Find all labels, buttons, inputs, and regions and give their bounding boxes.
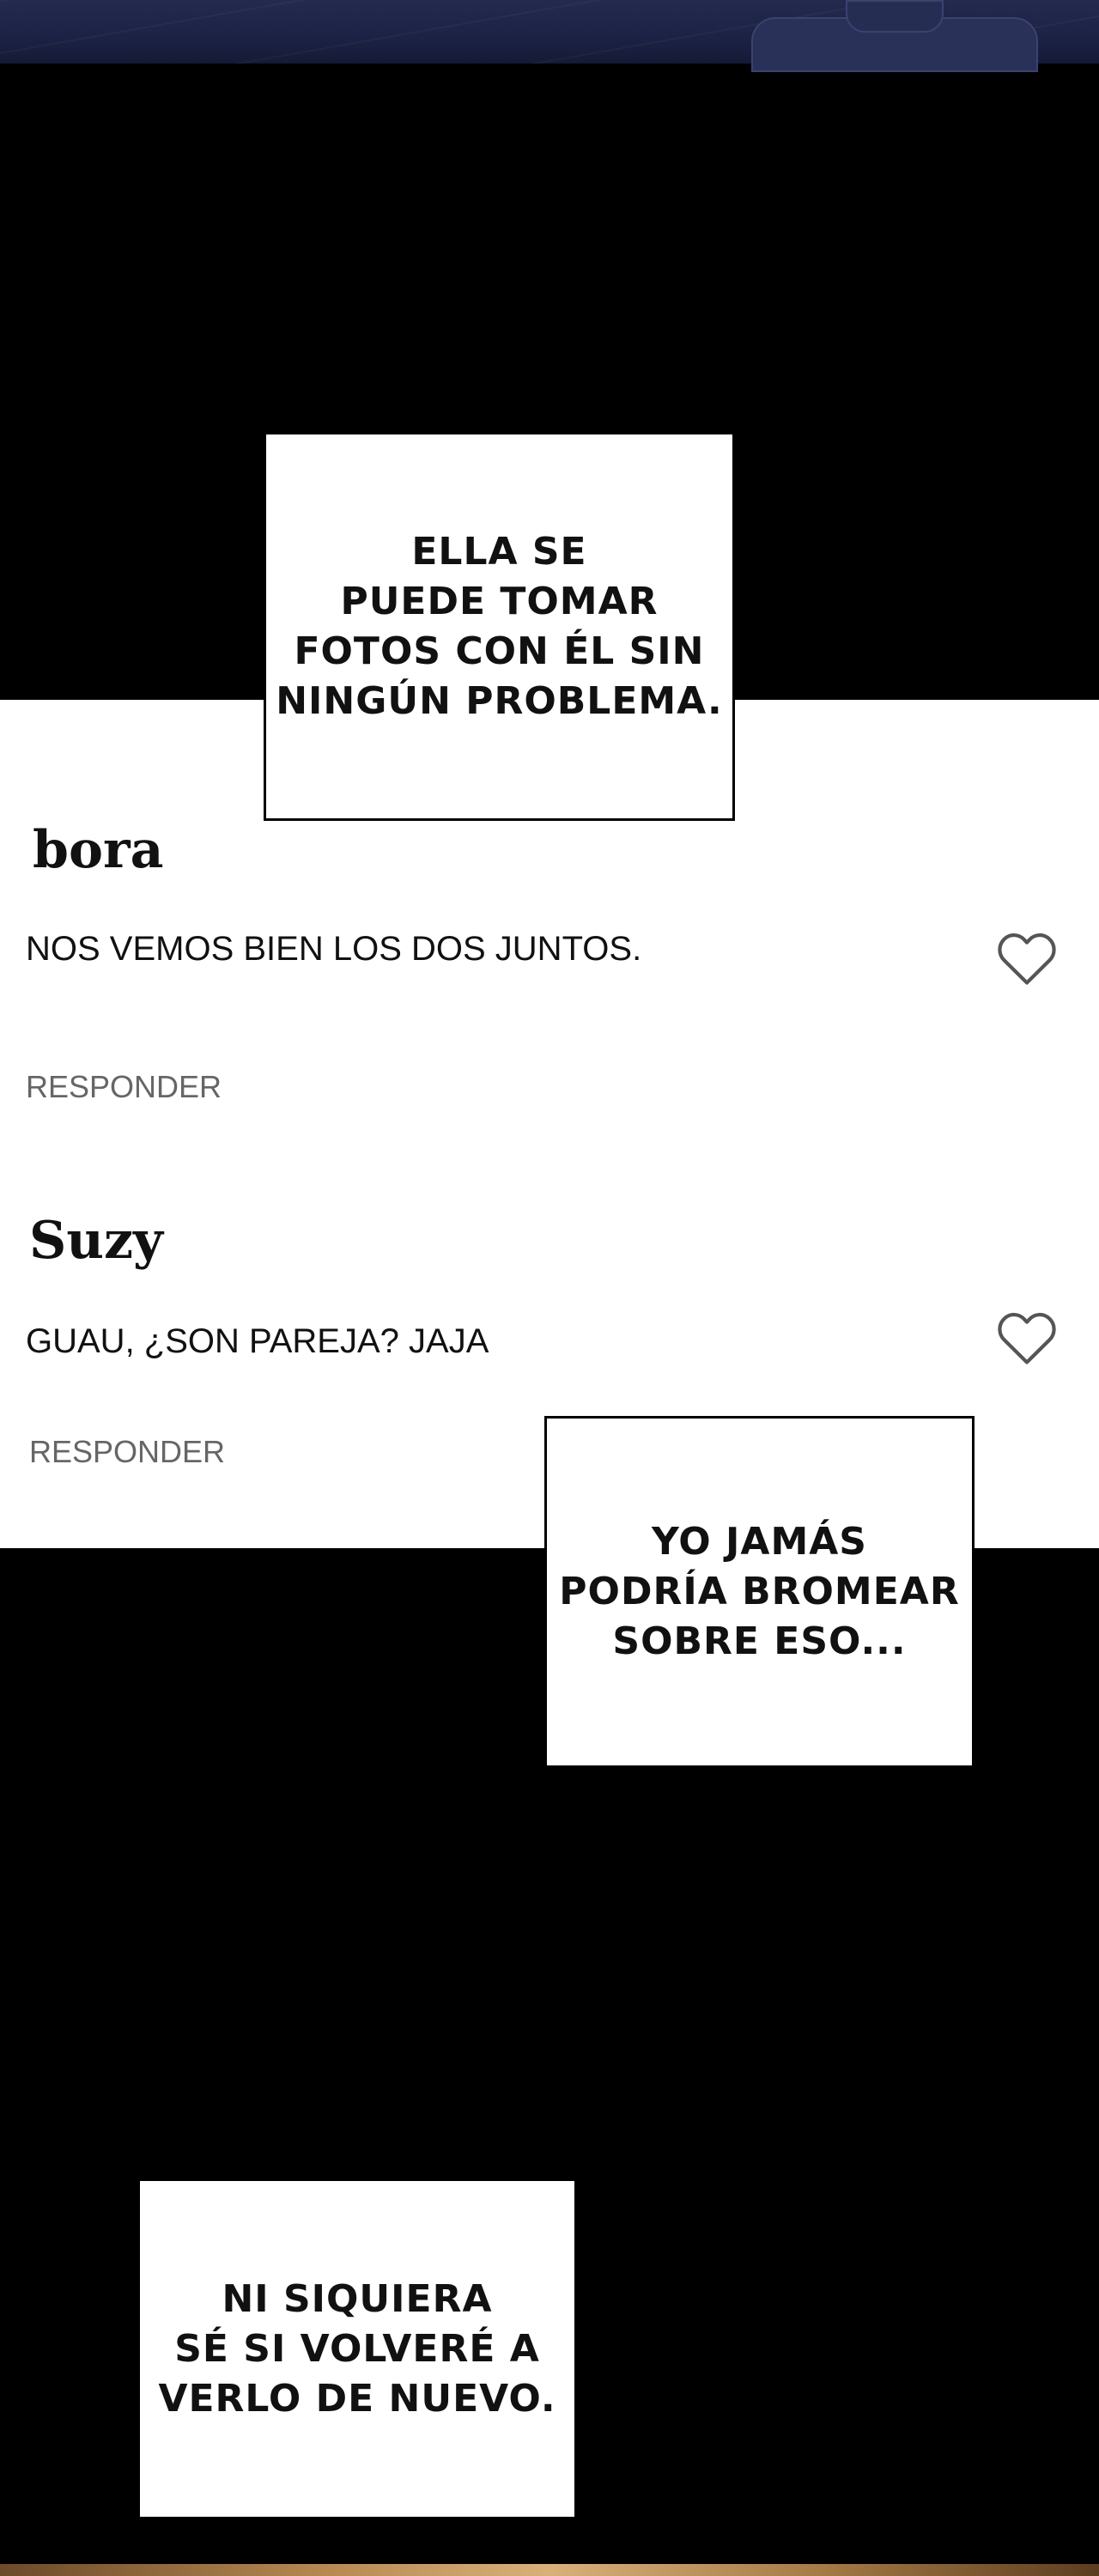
narration-text: YO JAMÁS PODRÍA BROMEAR SOBRE ESO... xyxy=(559,1520,960,1663)
heart-outline-icon[interactable] xyxy=(996,1309,1058,1366)
webtoon-page: bora NOS VEMOS BIEN LOS DOS JUNTOS. RESP… xyxy=(0,0,1099,2576)
comment-username: Suzy xyxy=(29,1211,163,1271)
comment-text: NOS VEMOS BIEN LOS DOS JUNTOS. xyxy=(26,930,642,968)
comment-username: bora xyxy=(33,820,164,880)
comment-text: GUAU, ¿SON PAREJA? JAJA xyxy=(26,1322,489,1360)
narration-box: NI SIQUIERA SÉ SI VOLVERÉ A VERLO DE NUE… xyxy=(137,2178,577,2519)
heart-outline-icon[interactable] xyxy=(996,930,1058,987)
next-panel-edge xyxy=(0,2564,1099,2576)
previous-panel-edge xyxy=(0,0,1099,72)
narration-text: ELLA SE PUEDE TOMAR FOTOS CON ÉL SIN NIN… xyxy=(276,529,723,723)
narration-box: YO JAMÁS PODRÍA BROMEAR SOBRE ESO... xyxy=(544,1416,975,1768)
narration-box: ELLA SE PUEDE TOMAR FOTOS CON ÉL SIN NIN… xyxy=(264,432,735,821)
panel-object-top xyxy=(846,0,944,33)
reply-button[interactable]: RESPONDER xyxy=(29,1434,225,1470)
reply-button[interactable]: RESPONDER xyxy=(26,1069,222,1105)
narration-text: NI SIQUIERA SÉ SI VOLVERÉ A VERLO DE NUE… xyxy=(158,2276,556,2421)
